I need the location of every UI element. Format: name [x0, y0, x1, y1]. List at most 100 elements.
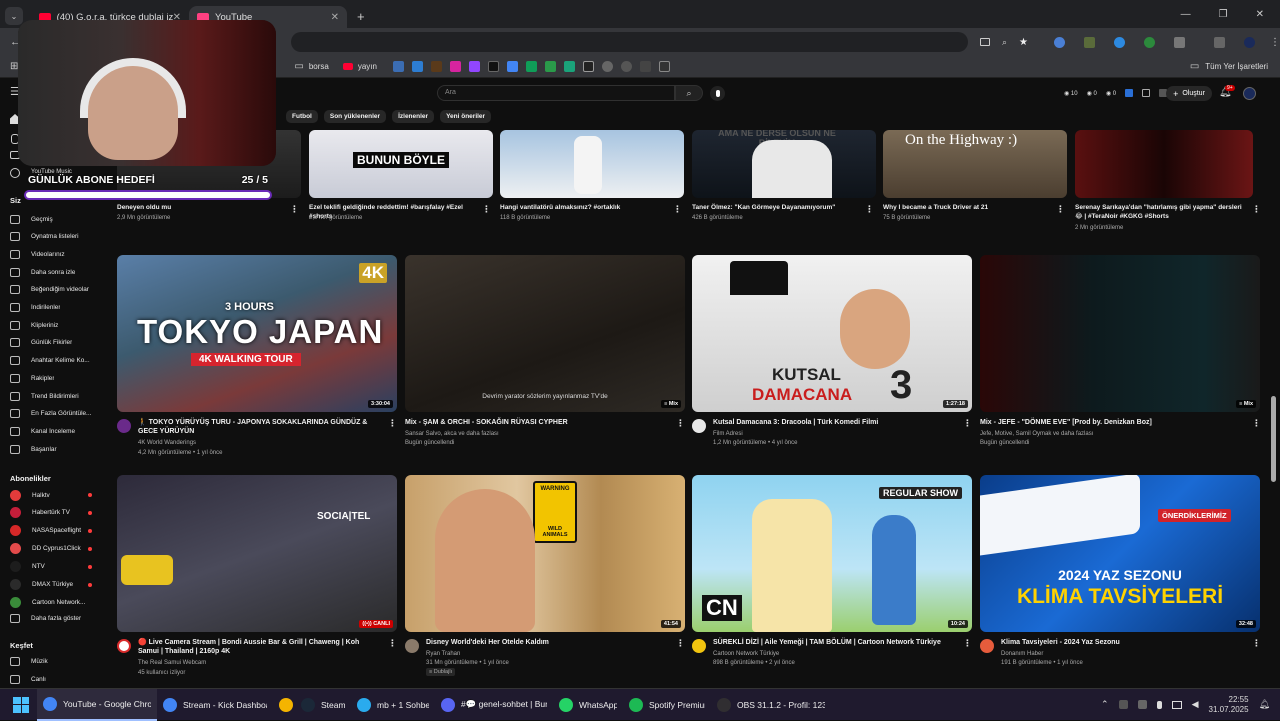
volume-icon[interactable]: ◀	[1192, 699, 1199, 710]
create-button[interactable]: + Oluştur	[1166, 86, 1212, 101]
sidebar-sub-1[interactable]: Habertürk TV	[0, 504, 100, 522]
notifications-tray-icon[interactable]: 🔔︎	[1259, 699, 1270, 710]
row0-menu-1-icon[interactable]: ⋮	[482, 204, 491, 215]
sidebar-item-2[interactable]: Videolarınız	[0, 245, 100, 263]
sidebar-item-8[interactable]: Anahtar Kelime Ko...	[0, 352, 100, 370]
row0-thumb-2[interactable]	[500, 130, 684, 198]
row1-menu-1-icon[interactable]: ⋮	[676, 418, 685, 429]
bookmark-star-icon[interactable]: ★	[1019, 37, 1028, 48]
sidebar-item-3[interactable]: Daha sonra izle	[0, 263, 100, 281]
channel-avatar[interactable]	[117, 419, 131, 433]
sidebar-sub-2[interactable]: NASASpaceflight	[0, 522, 100, 540]
chip-son-yuklenenler[interactable]: Son yüklenenler	[323, 110, 387, 123]
sidebar-item-9[interactable]: Rakipler	[0, 369, 100, 387]
search-button[interactable]: ⌕	[675, 85, 703, 101]
row1-title-1[interactable]: Mix - ŞAM & ORCHI - SOKAĞIN RÜYASI CYPHE…	[405, 418, 665, 427]
row1-channel-1[interactable]: Sansar Salvo, akca ve daha fazlası	[405, 430, 499, 438]
row2-menu-0-icon[interactable]: ⋮	[388, 638, 397, 649]
row1-title-0[interactable]: 🚶 TOKYO YÜRÜYÜŞ TURU - JAPONYA SOKAKLARI…	[138, 418, 378, 436]
profile-avatar-icon[interactable]	[1244, 36, 1255, 48]
row2-channel-3[interactable]: Donanım Haber	[1001, 650, 1043, 658]
section-explore[interactable]: Keşfet	[10, 641, 33, 650]
row2-thumb-1[interactable]: WARNING WILD ANIMALS 41:54	[405, 475, 685, 632]
channel-avatar[interactable]	[117, 639, 131, 653]
bookmark-borsa[interactable]: borsa	[309, 62, 329, 71]
taskbar-app-7[interactable]: Spotify Premium	[623, 689, 711, 721]
extension-shield-icon[interactable]	[1114, 36, 1125, 48]
row2-channel-1[interactable]: Ryan Trahan	[426, 650, 460, 658]
sidebar-item-13[interactable]: Başarılar	[0, 440, 100, 458]
row1-thumb-2[interactable]: KUTSAL DAMACANA 3 1:27:18	[692, 255, 972, 412]
row0-menu-2-icon[interactable]: ⋮	[673, 204, 682, 215]
bookmark-sheets-icon[interactable]	[525, 61, 537, 72]
bookmark-green-icon[interactable]	[544, 61, 556, 72]
sidebar-item-1[interactable]: Oynatma listeleri	[0, 228, 100, 246]
sidebar-explore-0[interactable]: Müzik	[0, 652, 100, 670]
chip-futbol[interactable]: Futbol	[286, 110, 318, 123]
taskbar-app-3[interactable]: Steam	[295, 689, 351, 721]
page-scrollbar[interactable]	[1271, 396, 1276, 482]
row1-thumb-1[interactable]: Devrim yarator sözlerim yayınlanmaz TV'd…	[405, 255, 685, 412]
row2-channel-2[interactable]: Cartoon Network Türkiye	[713, 650, 779, 658]
bookmark-x-icon[interactable]	[487, 61, 499, 72]
bookmark-twitch-icon[interactable]	[468, 61, 480, 72]
voice-search-button[interactable]	[710, 86, 725, 101]
sidebar-item-10[interactable]: Trend Bildirimleri	[0, 387, 100, 405]
row1-channel-2[interactable]: Film Adresi	[713, 430, 743, 438]
bookmark-chart-icon[interactable]	[430, 61, 442, 72]
channel-avatar[interactable]	[692, 639, 706, 653]
chip-yeni-oneriler[interactable]: Yeni öneriler	[440, 110, 492, 123]
row2-channel-0[interactable]: The Real Samui Webcam	[138, 659, 206, 667]
url-field[interactable]	[291, 32, 968, 52]
sidebar-item-7[interactable]: Günlük Fikirler	[0, 334, 100, 352]
row2-menu-2-icon[interactable]: ⋮	[963, 638, 972, 649]
start-button[interactable]	[13, 696, 29, 713]
sidebar-item-5[interactable]: İndirilenler	[0, 299, 100, 317]
bookmark-blue-icon[interactable]	[392, 61, 404, 72]
bookmark-triangle-icon[interactable]	[639, 61, 651, 72]
row2-menu-3-icon[interactable]: ⋮	[1252, 638, 1261, 649]
row0-menu-5-icon[interactable]: ⋮	[1252, 204, 1261, 215]
row0-title-4[interactable]: Why I became a Truck Driver at 21	[883, 203, 1053, 212]
row2-title-1[interactable]: Disney World'deki Her Otelde Kaldım	[426, 638, 666, 647]
row0-thumb-5[interactable]	[1075, 130, 1253, 198]
sidebar-item-12[interactable]: Kanal İnceleme	[0, 422, 100, 440]
account-avatar[interactable]	[1243, 87, 1256, 100]
channel-avatar[interactable]	[980, 639, 994, 653]
sidebar-show-more[interactable]: Daha fazla göster	[0, 609, 100, 627]
row0-menu-4-icon[interactable]: ⋮	[1056, 204, 1065, 215]
sidebar-item-11[interactable]: En Fazla Görüntüle...	[0, 405, 100, 423]
restore-icon[interactable]: ❐	[1219, 9, 1228, 20]
sidebar-item-4[interactable]: Beğendiğim videolar	[0, 281, 100, 299]
row2-title-2[interactable]: SÜREKLİ DİZİ | Aile Yemeği | TAM BÖLÜM |…	[713, 638, 953, 647]
row1-menu-3-icon[interactable]: ⋮	[1252, 418, 1261, 429]
close-tab-icon[interactable]: ✕	[331, 12, 339, 23]
sidebar-sub-4[interactable]: NTV	[0, 558, 100, 576]
row0-menu-0-icon[interactable]: ⋮	[290, 204, 299, 215]
row2-thumb-3[interactable]: ÖNERDİKLERİMİZ 2024 YAZ SEZONU KLİMA TAV…	[980, 475, 1260, 632]
sidebar-sub-0[interactable]: Halktv	[0, 486, 100, 504]
new-tab-button[interactable]: +	[357, 9, 365, 24]
taskbar-app-8[interactable]: OBS 31.1.2 - Profil: 123 -	[711, 689, 831, 721]
all-bookmarks-link[interactable]: Tüm Yer İşaretleri	[1205, 62, 1268, 71]
chip-izlenenler[interactable]: İzlenenler	[392, 110, 435, 123]
row0-thumb-3[interactable]: AMA NE DERSE OLSUN NE BİLEYİM	[692, 130, 876, 198]
extension-wave-icon[interactable]	[1054, 36, 1065, 48]
row2-title-0[interactable]: 🔴 Live Camera Stream | Bondi Aussie Bar …	[138, 638, 378, 656]
cast-icon[interactable]	[979, 38, 990, 46]
row1-channel-0[interactable]: 4K World Wanderings	[138, 439, 196, 447]
bookmark-refresh-icon[interactable]	[620, 61, 632, 72]
bookmark-yayin[interactable]: yayın	[358, 62, 377, 71]
channel-avatar[interactable]	[405, 639, 419, 653]
extensions-puzzle-icon[interactable]	[1174, 36, 1185, 48]
row1-title-2[interactable]: Kutsal Damacana 3: Dracoola | Türk Komed…	[713, 418, 953, 427]
section-subscriptions[interactable]: Abonelikler	[10, 474, 51, 483]
notifications-button[interactable]: 🔔︎ 9+	[1219, 85, 1235, 98]
zoom-icon[interactable]: ⌕	[1002, 37, 1007, 48]
row1-thumb-0[interactable]: 4K 3 HOURS TOKYO JAPAN 4K WALKING TOUR 3…	[117, 255, 397, 412]
search-input[interactable]: Ara	[437, 85, 675, 101]
row0-title-2[interactable]: Hangi vantilatörü almaksınız? #ortaklık	[500, 203, 670, 212]
reading-list-icon[interactable]	[1214, 36, 1225, 48]
bookmark-pen-icon[interactable]	[411, 61, 423, 72]
clock[interactable]: 22:55 31.07.2025	[1209, 695, 1249, 715]
